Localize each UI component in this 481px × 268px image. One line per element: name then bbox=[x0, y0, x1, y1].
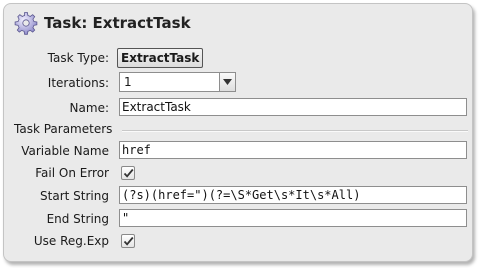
fail-on-error-checkbox[interactable] bbox=[121, 166, 135, 180]
use-regexp-label: Use Reg.Exp bbox=[33, 234, 109, 248]
task-parameters-heading: Task Parameters bbox=[14, 122, 113, 136]
variable-name-field[interactable]: href bbox=[119, 141, 467, 159]
use-regexp-checkbox[interactable] bbox=[121, 234, 135, 248]
checkmark-icon bbox=[123, 168, 134, 178]
name-label: Name: bbox=[69, 101, 109, 115]
chevron-down-icon[interactable] bbox=[219, 73, 235, 91]
variable-name-label: Variable Name bbox=[21, 144, 109, 158]
iterations-label: Iterations: bbox=[47, 76, 109, 90]
iterations-select[interactable]: 1 bbox=[119, 72, 236, 92]
checkmark-icon bbox=[123, 236, 134, 246]
end-string-label: End String bbox=[46, 212, 109, 226]
iterations-value: 1 bbox=[124, 75, 132, 89]
name-field[interactable]: ExtractTask bbox=[119, 98, 467, 116]
gear-icon bbox=[14, 11, 38, 35]
task-type-value: ExtractTask bbox=[117, 48, 204, 68]
panel-title: Task: ExtractTask bbox=[44, 14, 191, 32]
fail-on-error-label: Fail On Error bbox=[35, 166, 109, 180]
panel-header: Task: ExtractTask bbox=[14, 11, 191, 35]
section-divider bbox=[122, 130, 468, 132]
start-string-label: Start String bbox=[40, 189, 109, 203]
end-string-field[interactable]: " bbox=[119, 209, 467, 227]
start-string-field[interactable]: (?s)(href=")(?=\S*Get\s*It\s*All) bbox=[119, 186, 467, 204]
task-panel: Task: ExtractTask Task Type: ExtractTask… bbox=[3, 3, 473, 262]
task-type-label: Task Type: bbox=[47, 51, 109, 65]
